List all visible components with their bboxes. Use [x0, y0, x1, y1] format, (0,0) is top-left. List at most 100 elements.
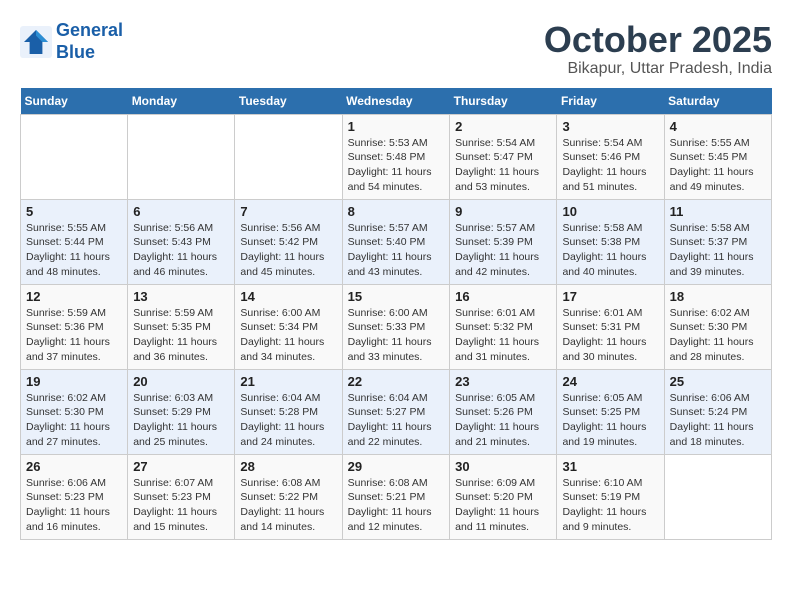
day-info: Sunrise: 6:02 AM Sunset: 5:30 PM Dayligh…: [670, 306, 766, 365]
calendar-cell: 25 Sunrise: 6:06 AM Sunset: 5:24 PM Dayli…: [664, 369, 771, 454]
day-info: Sunrise: 6:00 AM Sunset: 5:33 PM Dayligh…: [348, 306, 445, 365]
location: Bikapur, Uttar Pradesh, India: [544, 60, 772, 78]
calendar-cell: 19Sunrise: 6:02 AM Sunset: 5:30 PM Dayli…: [21, 369, 128, 454]
day-info: Sunrise: 5:56 AM Sunset: 5:43 PM Dayligh…: [133, 221, 229, 280]
calendar-cell: 3Sunrise: 5:54 AM Sunset: 5:46 PM Daylig…: [557, 114, 664, 199]
calendar-cell: 21 Sunrise: 6:04 AM Sunset: 5:28 PM Dayli…: [235, 369, 342, 454]
day-number: 12: [26, 289, 122, 304]
day-info: Sunrise: 6:06 AM Sunset: 5:24 PM Dayligh…: [670, 391, 766, 450]
day-number: 28: [240, 459, 336, 474]
calendar-cell: 26 Sunrise: 6:06 AM Sunset: 5:23 PM Dayli…: [21, 454, 128, 539]
weekday-header-tuesday: Tuesday: [235, 88, 342, 115]
day-number: 5: [26, 204, 122, 219]
day-info: Sunrise: 6:04 AM Sunset: 5:27 PM Dayligh…: [348, 391, 445, 450]
day-info: Sunrise: 5:57 AM Sunset: 5:39 PM Dayligh…: [455, 221, 551, 280]
calendar-cell: 6 Sunrise: 5:56 AM Sunset: 5:43 PM Daylig…: [128, 199, 235, 284]
day-info: Sunrise: 5:59 AM Sunset: 5:36 PM Dayligh…: [26, 306, 122, 365]
calendar-cell: [128, 114, 235, 199]
day-number: 7: [240, 204, 336, 219]
week-row-4: 26 Sunrise: 6:06 AM Sunset: 5:23 PM Dayli…: [21, 454, 772, 539]
calendar-cell: 2Sunrise: 5:54 AM Sunset: 5:47 PM Daylig…: [450, 114, 557, 199]
calendar-cell: 10 Sunrise: 5:58 AM Sunset: 5:38 PM Dayli…: [557, 199, 664, 284]
calendar-cell: 27 Sunrise: 6:07 AM Sunset: 5:23 PM Dayli…: [128, 454, 235, 539]
day-info: Sunrise: 6:08 AM Sunset: 5:21 PM Dayligh…: [348, 476, 445, 535]
day-info: Sunrise: 6:05 AM Sunset: 5:25 PM Dayligh…: [562, 391, 658, 450]
page-header: General Blue October 2025 Bikapur, Uttar…: [20, 20, 772, 78]
day-number: 27: [133, 459, 229, 474]
title-block: October 2025 Bikapur, Uttar Pradesh, Ind…: [544, 20, 772, 78]
calendar-cell: 12 Sunrise: 5:59 AM Sunset: 5:36 PM Dayli…: [21, 284, 128, 369]
day-number: 9: [455, 204, 551, 219]
day-info: Sunrise: 6:09 AM Sunset: 5:20 PM Dayligh…: [455, 476, 551, 535]
logo: General Blue: [20, 20, 123, 63]
day-number: 13: [133, 289, 229, 304]
calendar-cell: 18 Sunrise: 6:02 AM Sunset: 5:30 PM Dayli…: [664, 284, 771, 369]
calendar-cell: 23Sunrise: 6:05 AM Sunset: 5:26 PM Dayli…: [450, 369, 557, 454]
day-number: 14: [240, 289, 336, 304]
weekday-header-row: SundayMondayTuesdayWednesdayThursdayFrid…: [21, 88, 772, 115]
day-info: Sunrise: 5:56 AM Sunset: 5:42 PM Dayligh…: [240, 221, 336, 280]
month-title: October 2025: [544, 20, 772, 60]
day-info: Sunrise: 6:01 AM Sunset: 5:31 PM Dayligh…: [562, 306, 658, 365]
day-number: 8: [348, 204, 445, 219]
calendar-table: SundayMondayTuesdayWednesdayThursdayFrid…: [20, 88, 772, 540]
weekday-header-friday: Friday: [557, 88, 664, 115]
day-info: Sunrise: 6:00 AM Sunset: 5:34 PM Dayligh…: [240, 306, 336, 365]
weekday-header-wednesday: Wednesday: [342, 88, 450, 115]
logo-text: General Blue: [56, 20, 123, 63]
day-number: 18: [670, 289, 766, 304]
week-row-1: 5Sunrise: 5:55 AM Sunset: 5:44 PM Daylig…: [21, 199, 772, 284]
day-number: 4: [670, 119, 766, 134]
day-number: 11: [670, 204, 766, 219]
day-info: Sunrise: 6:07 AM Sunset: 5:23 PM Dayligh…: [133, 476, 229, 535]
calendar-cell: 29 Sunrise: 6:08 AM Sunset: 5:21 PM Dayli…: [342, 454, 450, 539]
day-number: 29: [348, 459, 445, 474]
calendar-cell: 5Sunrise: 5:55 AM Sunset: 5:44 PM Daylig…: [21, 199, 128, 284]
day-number: 6: [133, 204, 229, 219]
logo-icon: [20, 26, 52, 58]
weekday-header-thursday: Thursday: [450, 88, 557, 115]
day-info: Sunrise: 6:03 AM Sunset: 5:29 PM Dayligh…: [133, 391, 229, 450]
day-number: 23: [455, 374, 551, 389]
day-number: 15: [348, 289, 445, 304]
weekday-header-saturday: Saturday: [664, 88, 771, 115]
logo-blue: Blue: [56, 42, 95, 62]
day-info: Sunrise: 5:58 AM Sunset: 5:38 PM Dayligh…: [562, 221, 658, 280]
day-number: 10: [562, 204, 658, 219]
calendar-cell: [664, 454, 771, 539]
day-number: 22: [348, 374, 445, 389]
day-number: 20: [133, 374, 229, 389]
day-number: 31: [562, 459, 658, 474]
calendar-cell: 20 Sunrise: 6:03 AM Sunset: 5:29 PM Dayli…: [128, 369, 235, 454]
day-info: Sunrise: 6:06 AM Sunset: 5:23 PM Dayligh…: [26, 476, 122, 535]
day-number: 24: [562, 374, 658, 389]
calendar-cell: 16Sunrise: 6:01 AM Sunset: 5:32 PM Dayli…: [450, 284, 557, 369]
day-number: 17: [562, 289, 658, 304]
day-info: Sunrise: 6:08 AM Sunset: 5:22 PM Dayligh…: [240, 476, 336, 535]
day-info: Sunrise: 6:04 AM Sunset: 5:28 PM Dayligh…: [240, 391, 336, 450]
weekday-header-sunday: Sunday: [21, 88, 128, 115]
day-info: Sunrise: 5:55 AM Sunset: 5:45 PM Dayligh…: [670, 136, 766, 195]
week-row-2: 12 Sunrise: 5:59 AM Sunset: 5:36 PM Dayli…: [21, 284, 772, 369]
calendar-cell: 13Sunrise: 5:59 AM Sunset: 5:35 PM Dayli…: [128, 284, 235, 369]
day-number: 21: [240, 374, 336, 389]
day-number: 25: [670, 374, 766, 389]
weekday-header-monday: Monday: [128, 88, 235, 115]
calendar-cell: 7 Sunrise: 5:56 AM Sunset: 5:42 PM Daylig…: [235, 199, 342, 284]
calendar-cell: [235, 114, 342, 199]
calendar-cell: 31 Sunrise: 6:10 AM Sunset: 5:19 PM Dayli…: [557, 454, 664, 539]
day-number: 16: [455, 289, 551, 304]
day-info: Sunrise: 6:02 AM Sunset: 5:30 PM Dayligh…: [26, 391, 122, 450]
calendar-cell: 8Sunrise: 5:57 AM Sunset: 5:40 PM Daylig…: [342, 199, 450, 284]
calendar-cell: [21, 114, 128, 199]
day-number: 26: [26, 459, 122, 474]
day-number: 3: [562, 119, 658, 134]
day-info: Sunrise: 6:10 AM Sunset: 5:19 PM Dayligh…: [562, 476, 658, 535]
day-number: 30: [455, 459, 551, 474]
week-row-3: 19Sunrise: 6:02 AM Sunset: 5:30 PM Dayli…: [21, 369, 772, 454]
calendar-cell: 11 Sunrise: 5:58 AM Sunset: 5:37 PM Dayli…: [664, 199, 771, 284]
day-info: Sunrise: 5:58 AM Sunset: 5:37 PM Dayligh…: [670, 221, 766, 280]
calendar-cell: 22 Sunrise: 6:04 AM Sunset: 5:27 PM Dayli…: [342, 369, 450, 454]
logo-general: General: [56, 20, 123, 40]
calendar-cell: 14 Sunrise: 6:00 AM Sunset: 5:34 PM Dayli…: [235, 284, 342, 369]
